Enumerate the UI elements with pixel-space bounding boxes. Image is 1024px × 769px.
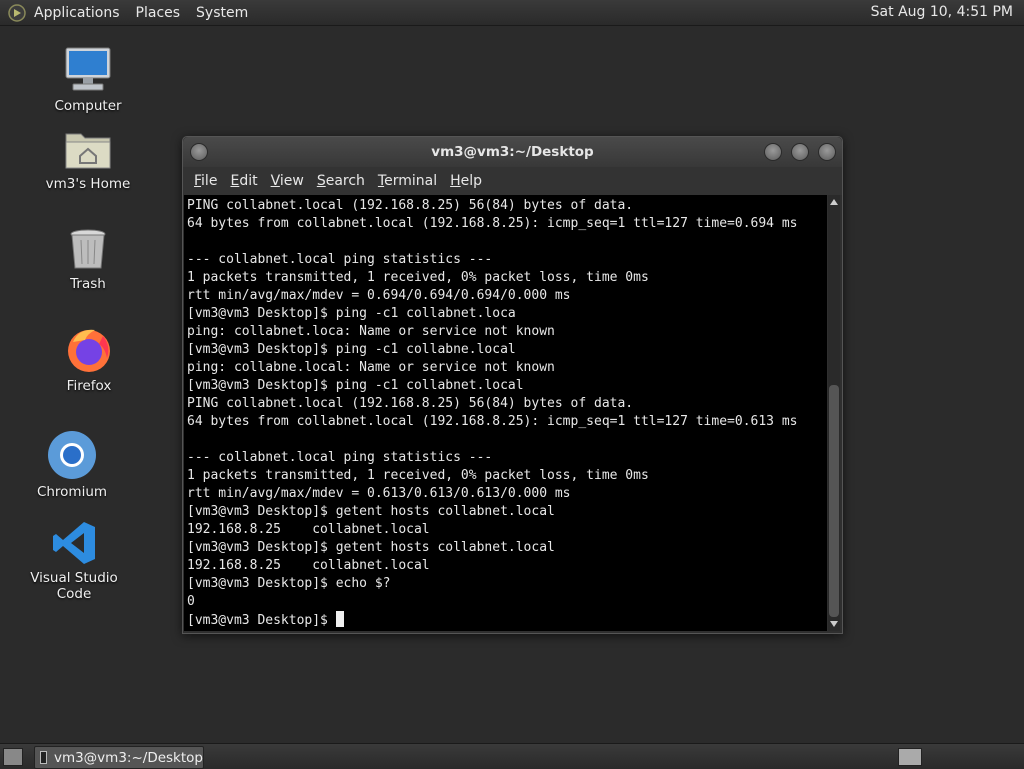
terminal-text: PING collabnet.local (192.168.8.25) 56(8… [184,195,827,629]
vscode-icon [53,522,95,564]
terminal-cursor [335,611,344,627]
firefox-icon [68,329,110,372]
chromium-icon [48,431,96,479]
terminal-line: 1 packets transmitted, 1 received, 0% pa… [187,468,649,483]
desktop-icon-firefox[interactable]: Firefox [29,326,149,394]
window-title: vm3@vm3:~/Desktop [431,144,594,160]
minimize-button[interactable] [764,143,782,161]
bottom-panel: vm3@vm3:~/Desktop [0,743,1024,769]
terminal-line: [vm3@vm3 Desktop]$ ping -c1 collabnet.lo… [187,378,524,393]
clock[interactable]: Sat Aug 10, 4:51 PM [871,4,1013,20]
terminal-window[interactable]: vm3@vm3:~/Desktop File Edit View Search … [182,136,843,634]
maximize-button[interactable] [791,143,809,161]
desktop-icon-label: Computer [54,98,122,114]
menu-file[interactable]: File [194,173,217,189]
desktop-icon-vscode[interactable]: Visual Studio Code [14,520,134,602]
desktop-icon-label: Trash [70,276,106,292]
close-button[interactable] [818,143,836,161]
terminal-line: --- collabnet.local ping statistics --- [187,252,493,267]
scroll-down-icon[interactable] [830,621,838,627]
terminal-output[interactable]: PING collabnet.local (192.168.8.25) 56(8… [184,195,827,631]
desktop-icon-trash[interactable]: Trash [28,226,148,292]
desktop-icon-home[interactable]: vm3's Home [28,126,148,192]
terminal-line: [vm3@vm3 Desktop]$ ping -c1 collabne.loc… [187,342,516,357]
menu-search[interactable]: Search [317,173,365,189]
terminal-line: [vm3@vm3 Desktop]$ echo $? [187,576,391,591]
terminal-line: ping: collabne.local: Name or service no… [187,360,555,375]
scroll-up-icon[interactable] [830,199,838,205]
terminal-line: --- collabnet.local ping statistics --- [187,450,493,465]
menu-help[interactable]: Help [450,173,482,189]
terminal-icon [40,751,47,764]
taskbar-button-label: vm3@vm3:~/Desktop [53,749,203,766]
desktop-icon-label: vm3's Home [45,176,131,192]
terminal-line: 1 packets transmitted, 1 received, 0% pa… [187,270,649,285]
system-menu[interactable]: System [196,5,248,21]
places-menu[interactable]: Places [136,5,181,21]
terminal-line: PING collabnet.local (192.168.8.25) 56(8… [187,198,634,213]
computer-icon [65,47,111,91]
applications-menu[interactable]: Applications [34,5,120,21]
taskbar-terminal-button[interactable]: vm3@vm3:~/Desktop [34,746,204,769]
desktop-icon-chromium[interactable]: Chromium [12,430,132,500]
terminal-line: 192.168.8.25 collabnet.local [187,558,430,573]
terminal-line: 64 bytes from collabnet.local (192.168.8… [187,216,798,231]
terminal-line: ping: collabnet.loca: Name or service no… [187,324,555,339]
terminal-scrollbar[interactable] [828,195,840,631]
trash-icon [70,229,106,269]
terminal-line: 0 [187,594,195,609]
distro-logo-icon[interactable] [8,3,26,22]
terminal-line: rtt min/avg/max/mdev = 0.613/0.613/0.613… [187,486,571,501]
window-titlebar[interactable]: vm3@vm3:~/Desktop [183,137,842,167]
terminal-line: 64 bytes from collabnet.local (192.168.8… [187,414,798,429]
desktop-icon-computer[interactable]: Computer [28,44,148,114]
terminal-menubar: File Edit View Search Terminal Help [183,167,842,195]
workspace-switcher[interactable] [898,748,922,766]
top-panel: Applications Places System Sat Aug 10, 4… [0,0,1024,26]
show-desktop-icon[interactable] [3,748,23,766]
desktop-icon-label: Chromium [36,484,108,500]
menu-edit[interactable]: Edit [230,173,257,189]
desktop-icon-label: Firefox [66,378,112,394]
terminal-line: 192.168.8.25 collabnet.local [187,522,430,537]
home-folder-icon [65,133,111,169]
terminal-prompt-line: [vm3@vm3 Desktop]$ [187,611,827,629]
terminal-line: [vm3@vm3 Desktop]$ getent hosts collabne… [187,540,555,555]
menu-terminal[interactable]: Terminal [378,173,437,189]
terminal-prompt: [vm3@vm3 Desktop]$ [187,613,336,628]
menu-view[interactable]: View [271,173,304,189]
scroll-thumb[interactable] [829,385,839,617]
terminal-line: PING collabnet.local (192.168.8.25) 56(8… [187,396,634,411]
terminal-line: rtt min/avg/max/mdev = 0.694/0.694/0.694… [187,288,571,303]
desktop-icon-label: Visual Studio Code [30,570,118,602]
terminal-line: [vm3@vm3 Desktop]$ getent hosts collabne… [187,504,555,519]
terminal-line: [vm3@vm3 Desktop]$ ping -c1 collabnet.lo… [187,306,516,321]
